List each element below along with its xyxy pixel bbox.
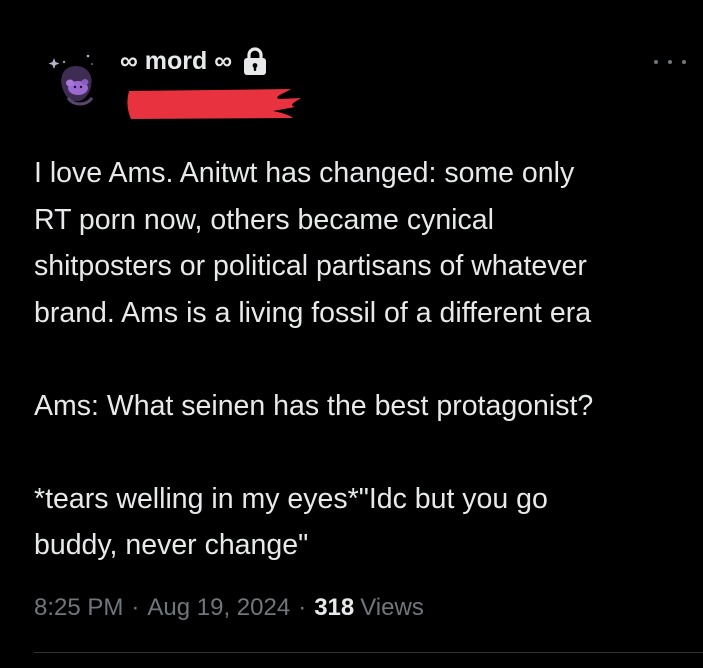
tweet-meta: 8:25 PM · Aug 19, 2024 · 318 Views: [34, 590, 424, 626]
tweet-text-line: buddy, never change": [34, 529, 309, 561]
tweet-text-line: Ams: What seinen has the best protagonis…: [34, 389, 594, 422]
more-dot: [668, 60, 672, 64]
views-label[interactable]: Views: [360, 594, 424, 622]
tweet-text: I love Ams. Anitwt has changed: some onl…: [34, 150, 694, 569]
meta-separator: ·: [131, 594, 140, 621]
avatar[interactable]: [40, 40, 120, 120]
tweet-date[interactable]: Aug 19, 2024: [147, 594, 290, 622]
lock-icon: [244, 47, 267, 75]
meta-separator: ·: [298, 594, 307, 621]
avatar-image: [40, 40, 120, 120]
redacted-handle: [123, 85, 303, 121]
author-display-name[interactable]: ∞ mord ∞: [120, 47, 232, 76]
redaction-scribble: [127, 89, 302, 119]
divider: [34, 652, 703, 653]
tweet-text-line: brand. Ams is a living fossil of a diffe…: [34, 296, 592, 329]
tweet-time[interactable]: 8:25 PM: [34, 594, 123, 622]
author-name-row: ∞ mord ∞: [120, 44, 268, 78]
views-count[interactable]: 318: [314, 594, 354, 622]
tweet-text-line: RT porn now, others became cynical: [34, 203, 494, 236]
tweet-text-line: I love Ams. Anitwt has changed: some onl…: [34, 157, 575, 189]
more-options-icon: [654, 60, 658, 64]
more-dot: [682, 60, 686, 64]
tweet-text-line: shitposters or political partisans of wh…: [34, 250, 587, 282]
tweet-header: ∞ mord ∞: [0, 0, 703, 130]
more-options-button[interactable]: [654, 52, 686, 72]
tweet-text-line: *tears welling in my eyes*"Idc but you g…: [34, 482, 548, 515]
